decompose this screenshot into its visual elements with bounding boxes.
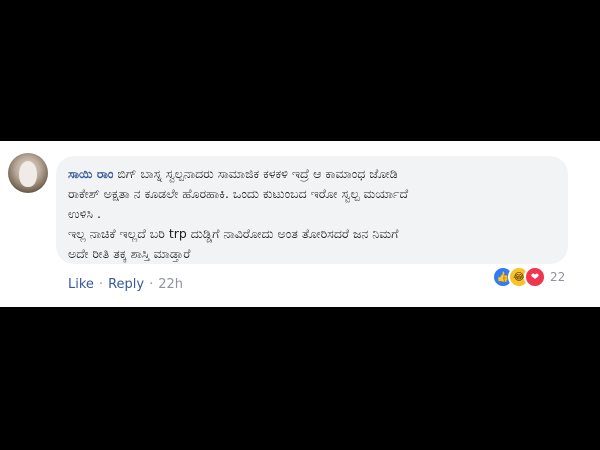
reaction-summary[interactable]: 👍 😂 ❤ 22 — [492, 266, 565, 288]
love-icon: ❤ — [524, 266, 546, 288]
comment-line-4: ಇಲ್ಲ ನಾಚಿಕೆ ಇಲ್ಲದೆ ಬರಿ trp ದುಡ್ಡಿಗೆ ನಾವಿ… — [68, 226, 399, 241]
comment-timestamp[interactable]: 22h — [158, 277, 183, 292]
comment-bubble: ಸಾಯಿ ರಾಂ ಬಿಗ್ ಬಾಸ್ನ ಸ್ವಲ್ಪನಾದರು ಸಾಮಾಜಿಕ … — [56, 156, 568, 264]
like-link[interactable]: Like — [68, 277, 94, 292]
comment-line-2: ರಾಕೇಶ್ ಅಕ್ಷತಾ ನ ಕೂಡಲೇ ಹೊರಹಾಕಿ. ಒಂದು ಕುಟು… — [68, 186, 409, 201]
comment-line-1: ಸಾಯಿ ರಾಂ ಬಿಗ್ ಬಾಸ್ನ ಸ್ವಲ್ಪನಾದರು ಸಾಮಾಜಿಕ … — [68, 164, 568, 184]
comment-actions: Like · Reply · 22h — [68, 277, 183, 292]
comment-author[interactable]: ಸಾಯಿ ರಾಂ — [68, 166, 113, 181]
comment-panel: ಸಾಯಿ ರಾಂ ಬಿಗ್ ಬಾಸ್ನ ಸ್ವಲ್ಪನಾದರು ಸಾಮಾಜಿಕ … — [0, 141, 600, 307]
separator-1: · — [98, 277, 104, 292]
comment-line-5: ಅದೇ ರೀತಿ ತಕ್ಕ ಶಾಸ್ತಿ ಮಾಡ್ತಾರೆ — [68, 246, 191, 261]
reply-link[interactable]: Reply — [108, 277, 144, 292]
reaction-count: 22 — [550, 270, 566, 284]
comment-text: ಸಾಯಿ ರಾಂ ಬಿಗ್ ಬಾಸ್ನ ಸ್ವಲ್ಪನಾದರು ಸಾಮಾಜಿಕ … — [68, 164, 568, 264]
comment-line-1-text: ಬಿಗ್ ಬಾಸ್ನ ಸ್ವಲ್ಪನಾದರು ಸಾಮಾಜಿಕ ಕಳಕಳಿ ಇದ್… — [117, 166, 398, 181]
avatar-face — [19, 161, 37, 187]
separator-2: · — [149, 277, 154, 292]
comment-line-3: ಉಳಿಸಿ . — [68, 206, 101, 221]
avatar[interactable] — [8, 153, 48, 193]
